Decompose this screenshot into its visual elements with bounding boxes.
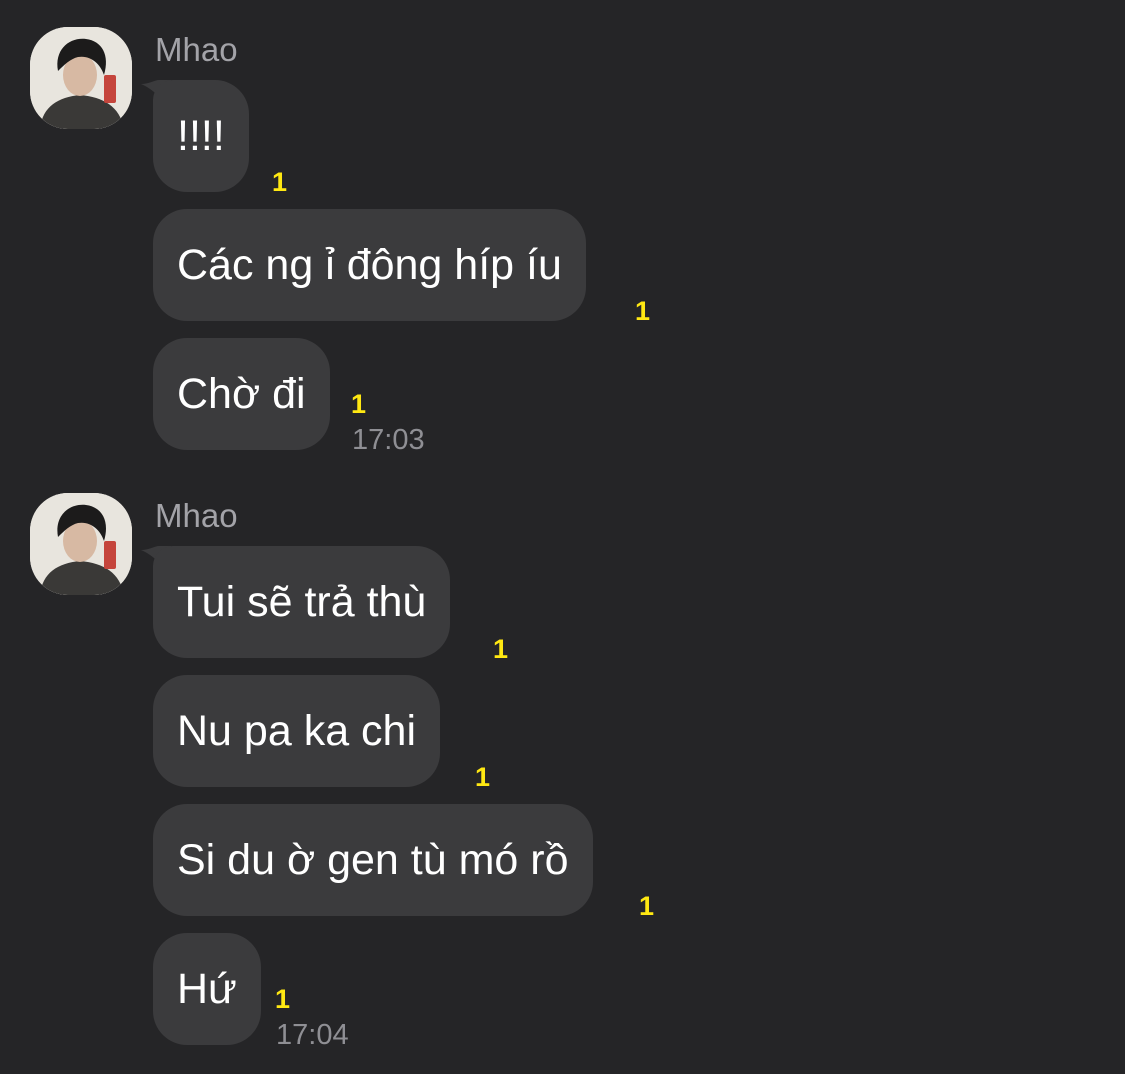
message-bubble[interactable]: Nu pa ka chi	[153, 675, 441, 787]
chat-area: Mhao !!!! 1 Các ng ỉ đông híp íu 1 Chờ đ…	[0, 0, 1125, 1074]
unread-count: 1	[639, 891, 655, 921]
avatar-photo	[30, 27, 132, 129]
message-bubble[interactable]: Tui sẽ trả thù	[153, 546, 451, 658]
message-bubble[interactable]: Hứ	[153, 933, 261, 1045]
avatar-photo	[30, 493, 132, 595]
sender-name: Mhao	[155, 31, 238, 68]
avatar[interactable]	[30, 27, 132, 129]
message-bubble[interactable]: !!!!	[153, 80, 249, 192]
unread-count: 1	[635, 296, 651, 326]
message-bubble[interactable]: Si du ờ gen tù mó rồ	[153, 804, 593, 916]
message-bubble[interactable]: Các ng ỉ đông híp íu	[153, 209, 586, 321]
unread-count: 1	[493, 634, 509, 664]
unread-count: 1	[351, 389, 367, 419]
unread-count: 1	[275, 984, 291, 1014]
unread-count: 1	[272, 167, 288, 197]
message-timestamp: 17:04	[276, 1019, 349, 1051]
message-bubble[interactable]: Chờ đi	[153, 338, 330, 450]
message-timestamp: 17:03	[352, 424, 425, 456]
unread-count: 1	[475, 762, 491, 792]
avatar[interactable]	[30, 493, 132, 595]
sender-name: Mhao	[155, 497, 238, 534]
